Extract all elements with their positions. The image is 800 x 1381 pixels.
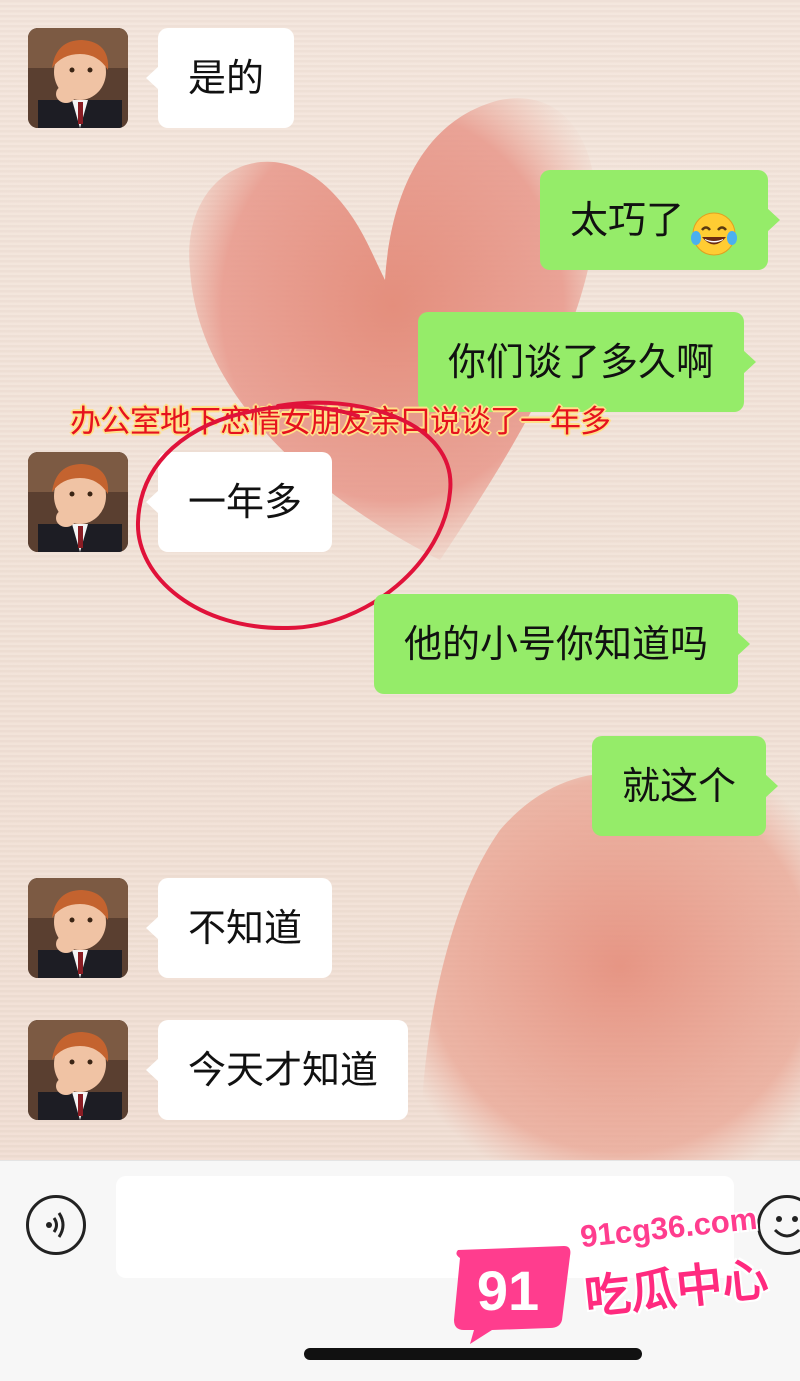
avatar[interactable] [28,1020,128,1120]
message-text: 太巧了 [570,198,685,242]
message-text: 是的 [188,56,265,100]
home-indicator[interactable] [304,1348,642,1360]
message-bubble-received[interactable]: 不知道 [145,878,333,978]
message-bubble-sent[interactable]: 他的小号你知道吗 [374,594,751,694]
message-text: 就这个 [622,764,737,808]
avatar[interactable] [28,28,128,128]
message-bubble-sent[interactable]: 就这个 [592,736,779,836]
tears-of-joy-emoji [690,195,738,255]
message-bubble-received[interactable]: 是的 [145,28,295,128]
message-bubble-received[interactable]: 今天才知道 [145,1020,409,1120]
message-text: 今天才知道 [188,1048,379,1092]
avatar[interactable] [28,878,128,978]
voice-button[interactable] [26,1195,86,1255]
message-text: 你们谈了多久啊 [448,340,715,384]
message-text: 他的小号你知道吗 [404,622,709,666]
message-text: 不知道 [188,906,303,950]
watermark-badge-text: 91 [477,1259,539,1322]
emoji-icon [773,1216,800,1238]
avatar[interactable] [28,452,128,552]
watermark-badge: 91 [454,1246,571,1344]
voice-icon [46,1212,65,1238]
message-bubble-sent[interactable]: 太巧了 [540,170,781,270]
